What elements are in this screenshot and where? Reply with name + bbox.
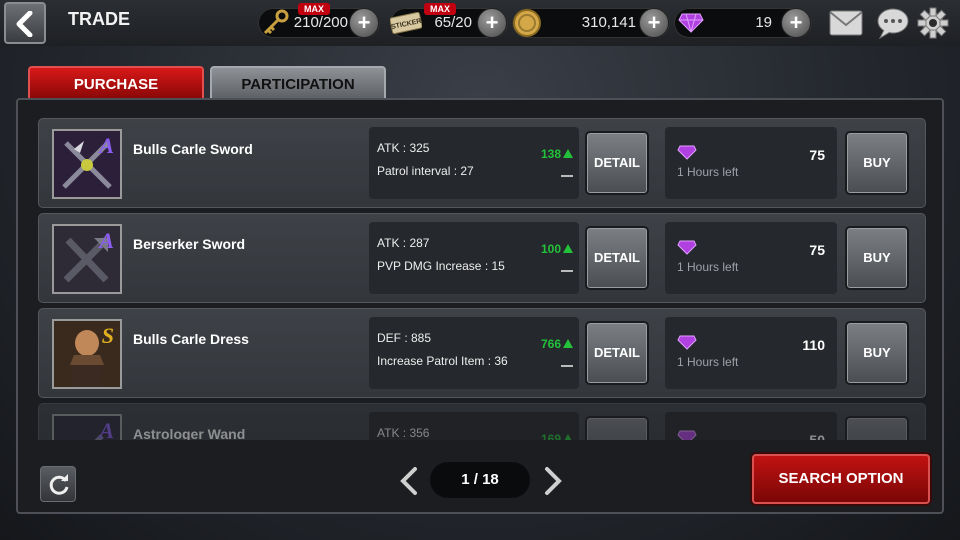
item-stat-secondary: Increase Patrol Item : 36 [377,354,508,368]
grade-label: A [99,418,114,440]
sticker-count: 65/20 [434,14,472,31]
item-name: Astrologer Wand [133,426,246,440]
price-box: 50 [665,412,837,440]
gem-icon [678,13,704,33]
item-thumbnail: A [52,129,122,199]
sticker-counter: STICKER MAX 65/20 + [390,3,508,38]
search-option-button[interactable]: SEARCH OPTION [752,454,930,504]
grade-label: S [101,323,114,348]
gem-counter: 19 + [674,8,812,38]
price-box: 75 1 Hours left [665,222,837,294]
buy-button[interactable]: BUY [845,226,909,290]
buy-button[interactable]: BUY [845,416,909,440]
time-left: 1 Hours left [677,260,739,274]
refresh-icon [49,474,69,495]
key-count: 210/200 [293,14,348,31]
item-stats: ATK : 287 PVP DMG Increase : 15 100 [369,222,579,294]
gem-icon [677,145,697,160]
buy-button[interactable]: BUY [845,321,909,385]
stat-compare-value: 100 [540,242,561,256]
item-thumbnail: A [52,224,122,294]
stat-compare-value: 169 [540,432,561,440]
add-gems-button[interactable]: + [781,8,811,38]
item-price: 50 [809,432,825,440]
stat-compare-value: 138 [540,147,561,161]
time-left: 1 Hours left [677,165,739,179]
dash-icon [561,270,573,272]
gold-coin-icon [513,9,541,37]
item-stat-primary: ATK : 287 [377,236,430,250]
price-box: 75 1 Hours left [665,127,837,199]
up-arrow-icon [563,149,573,158]
gem-icon [677,335,697,350]
add-gold-button[interactable]: + [639,8,669,38]
add-stickers-button[interactable]: + [477,8,507,38]
add-keys-button[interactable]: + [349,8,379,38]
list-item: A Bulls Carle Sword ATK : 325 Patrol int… [38,118,926,208]
mail-icon[interactable] [829,10,863,36]
grade-label: A [99,228,114,253]
grade-label: A [99,133,114,158]
item-stat-primary: DEF : 885 [377,331,432,345]
trade-panel: A Bulls Carle Sword ATK : 325 Patrol int… [16,98,944,514]
stat-compare: 138 [541,147,573,161]
time-left: 1 Hours left [677,355,739,369]
list-item: S Bulls Carle Dress DEF : 885 Increase P… [38,308,926,398]
detail-button[interactable]: DETAIL [585,131,649,195]
tab-participation[interactable]: PARTICIPATION [210,66,386,100]
top-bar: TRADE MAX 210/200 + STICKER MAX 65/20 + … [0,0,960,46]
detail-button[interactable]: DETAIL [585,321,649,385]
list-item: A Berserker Sword ATK : 287 PVP DMG Incr… [38,213,926,303]
stat-compare-value: 766 [540,337,561,351]
item-list[interactable]: A Bulls Carle Sword ATK : 325 Patrol int… [38,118,926,440]
sticker-icon: STICKER [390,12,422,34]
dash-icon [561,365,573,367]
gold-counter: 310,141 + [512,8,670,38]
chat-icon[interactable] [876,7,910,39]
up-arrow-icon [563,339,573,348]
settings-gear-icon[interactable] [917,7,949,39]
item-stats: ATK : 356 169 [369,412,579,440]
stat-compare: 169 [541,432,573,440]
dash-icon [561,175,573,177]
page-title: TRADE [68,9,130,29]
chevron-left-icon [16,11,33,37]
refresh-button[interactable] [40,466,76,502]
item-price: 110 [802,337,825,353]
price-box: 110 1 Hours left [665,317,837,389]
up-arrow-icon [563,434,573,440]
item-stats: DEF : 885 Increase Patrol Item : 36 766 [369,317,579,389]
gold-amount: 310,141 [581,14,636,31]
item-stat-secondary: Patrol interval : 27 [377,164,474,178]
key-counter: MAX 210/200 + [258,3,380,38]
buy-button[interactable]: BUY [845,131,909,195]
list-item: A Astrologer Wand ATK : 356 169 DETAIL 5… [38,403,926,440]
stat-compare: 766 [541,337,573,351]
up-arrow-icon [563,244,573,253]
item-stat-secondary: PVP DMG Increase : 15 [377,259,505,273]
stat-compare: 100 [541,242,573,256]
page-indicator: 1 / 18 [430,462,530,498]
item-price: 75 [809,242,825,258]
gem-icon [677,430,697,440]
item-stat-primary: ATK : 356 [377,426,430,440]
item-stats: ATK : 325 Patrol interval : 27 138 [369,127,579,199]
next-page-button[interactable] [542,466,564,496]
gem-icon [677,240,697,255]
back-button[interactable] [4,2,46,44]
item-thumbnail: S [52,319,122,389]
previous-page-button[interactable] [398,466,420,496]
gem-amount: 19 [755,14,772,31]
item-name: Bulls Carle Dress [133,331,249,347]
item-stat-primary: ATK : 325 [377,141,430,155]
detail-button[interactable]: DETAIL [585,416,649,440]
item-thumbnail: A [52,414,122,440]
item-name: Berserker Sword [133,236,246,252]
item-name: Bulls Carle Sword [133,141,253,157]
detail-button[interactable]: DETAIL [585,226,649,290]
item-price: 75 [809,147,825,163]
key-icon [263,9,289,35]
tab-purchase[interactable]: PURCHASE [28,66,204,100]
